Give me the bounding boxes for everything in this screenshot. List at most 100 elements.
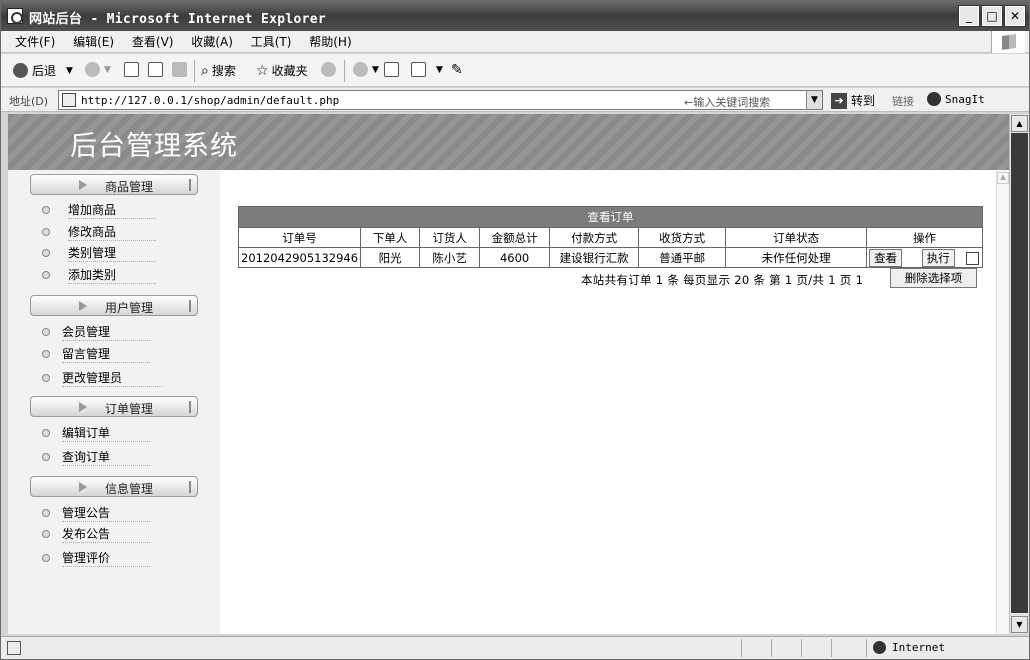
table-caption: 查看订单 <box>238 206 983 228</box>
address-label: 地址(D) <box>9 95 49 108</box>
forward-dropdown-icon: ▼ <box>104 64 111 75</box>
row-select-checkbox[interactable] <box>966 251 980 265</box>
scroll-thumb[interactable] <box>1011 133 1028 613</box>
refresh-button[interactable] <box>148 62 167 77</box>
bullet-icon <box>42 350 50 358</box>
messenger-button[interactable]: ✎ <box>451 62 463 78</box>
scroll-down-icon[interactable]: ▼ <box>1011 616 1028 633</box>
table-row: 2012042905132946 阳光 陈小艺 4600 建设银行汇款 普通平邮… <box>237 247 983 268</box>
snagit-icon <box>927 92 941 106</box>
sidebar-section-orders[interactable]: 订单管理 <box>30 396 198 417</box>
sidebar-item-change-admin[interactable]: 更改管理员 <box>42 369 163 387</box>
star-icon: ☆ <box>256 62 269 79</box>
col-actions: 操作 <box>866 227 983 248</box>
menu-tools[interactable]: 工具(T) <box>251 31 292 53</box>
maximize-button[interactable]: □ <box>981 5 1003 27</box>
title-bar: 网站后台 - Microsoft Internet Explorer _ □ ✕ <box>1 1 1029 31</box>
sidebar-item-manage-reviews[interactable]: 管理评价 <box>42 549 151 567</box>
word-button[interactable]: ▼ <box>411 62 443 77</box>
col-total: 金额总计 <box>479 227 551 248</box>
sidebar-item-edit-orders[interactable]: 编辑订单 <box>42 424 151 442</box>
forward-button[interactable]: ▼ <box>85 62 111 77</box>
menu-file[interactable]: 文件(F) <box>15 31 55 53</box>
page-content: 后台管理系统 商品管理 增加商品 修改商品 类别管理 添加类别 用户管理 会员管… <box>8 114 1009 634</box>
home-button[interactable] <box>172 62 191 77</box>
links-button[interactable]: 链接 <box>892 93 914 109</box>
sidebar-section-info[interactable]: 信息管理 <box>30 476 198 497</box>
col-receiver: 订货人 <box>419 227 481 248</box>
go-label: 转到 <box>851 94 876 108</box>
zone-label: Internet <box>892 641 945 654</box>
status-bar: Internet <box>1 636 1029 659</box>
back-button[interactable]: 后退 ▼ <box>13 62 73 79</box>
sidebar-item-add-category[interactable]: 添加类别 <box>42 266 157 284</box>
menu-view[interactable]: 查看(V) <box>132 31 174 53</box>
stop-button[interactable] <box>124 62 143 77</box>
back-dropdown-icon[interactable]: ▼ <box>66 66 73 76</box>
bullet-icon <box>42 429 50 437</box>
menu-help[interactable]: 帮助(H) <box>309 31 351 53</box>
sidebar-item-manage-notices[interactable]: 管理公告 <box>42 504 151 522</box>
snagit-button[interactable]: SnagIt <box>927 92 985 106</box>
sidebar-item-members[interactable]: 会员管理 <box>42 323 151 341</box>
close-button[interactable]: ✕ <box>1004 5 1026 27</box>
play-arrow-icon <box>79 482 87 492</box>
cell-order-no: 2012042905132946 <box>237 247 362 268</box>
cell-shipping: 普通平邮 <box>638 247 727 268</box>
address-dropdown-icon[interactable]: ▼ <box>806 91 822 109</box>
section-title: 订单管理 <box>105 402 154 416</box>
play-arrow-icon <box>79 180 87 190</box>
delete-selected-button[interactable]: 删除选择项 <box>890 268 977 288</box>
scroll-up-icon[interactable]: ▲ <box>997 172 1009 184</box>
ie-icon <box>7 8 23 24</box>
address-input[interactable]: http://127.0.0.1/shop/admin/default.php … <box>58 90 823 110</box>
minimize-button[interactable]: _ <box>958 5 980 27</box>
back-label: 后退 <box>32 64 57 78</box>
section-title: 商品管理 <box>105 180 154 194</box>
orders-table: 查看订单 订单号 下单人 订货人 金额总计 付款方式 收货方式 订单状态 操作 … <box>237 206 983 268</box>
frame-scrollbar[interactable]: ▲ <box>996 170 1009 634</box>
window-scrollbar[interactable]: ▲ ▼ <box>1009 114 1029 634</box>
favorites-label: 收藏夹 <box>271 64 308 78</box>
bullet-icon <box>42 328 50 336</box>
print-button[interactable] <box>384 62 403 77</box>
menu-favorites[interactable]: 收藏(A) <box>191 31 233 53</box>
search-button[interactable]: ⌕ 搜索 <box>201 62 236 79</box>
keyword-search-hint: ←输入关键词搜索 <box>684 96 771 109</box>
go-button[interactable]: ➔ 转到 <box>831 92 875 109</box>
bullet-icon <box>42 554 50 562</box>
sidebar-item-query-orders[interactable]: 查询订单 <box>42 448 151 466</box>
admin-banner: 后台管理系统 <box>8 114 1009 170</box>
toolbar-separator <box>344 60 345 82</box>
menu-edit[interactable]: 编辑(E) <box>73 31 114 53</box>
cell-receiver: 陈小艺 <box>419 247 481 268</box>
scroll-up-icon[interactable]: ▲ <box>1011 115 1028 132</box>
history-button[interactable] <box>321 62 340 77</box>
bullet-icon <box>42 228 50 236</box>
sidebar-item-publish-notice[interactable]: 发布公告 <box>42 525 151 543</box>
sidebar-item-category-manage[interactable]: 类别管理 <box>42 244 157 262</box>
search-icon: ⌕ <box>201 62 209 79</box>
sidebar-item-edit-goods[interactable]: 修改商品 <box>42 223 157 241</box>
home-icon <box>172 62 187 77</box>
sidebar-section-goods[interactable]: 商品管理 <box>30 174 198 195</box>
sidebar-item-messages[interactable]: 留言管理 <box>42 345 151 363</box>
sidebar-item-add-goods[interactable]: 增加商品 <box>42 201 157 219</box>
sidebar-section-users[interactable]: 用户管理 <box>30 295 198 316</box>
forward-arrow-icon <box>85 62 100 77</box>
mail-button[interactable]: ▼ <box>353 62 379 77</box>
favorites-button[interactable]: ☆ 收藏夹 <box>256 62 308 79</box>
execute-order-button[interactable]: 执行 <box>921 248 955 267</box>
page-status-icon <box>7 641 21 655</box>
bullet-icon <box>42 509 50 517</box>
page-icon <box>62 93 76 107</box>
mail-icon <box>353 62 368 77</box>
col-buyer: 下单人 <box>360 227 421 248</box>
bullet-icon <box>42 249 50 257</box>
bullet-icon <box>42 206 50 214</box>
bullet-icon <box>42 453 50 461</box>
pagination-info: 本站共有订单 1 条 每页显示 20 条 第 1 页/共 1 页 1 <box>581 273 864 287</box>
play-arrow-icon <box>79 301 87 311</box>
cell-total: 4600 <box>479 247 551 268</box>
view-order-button[interactable]: 查看 <box>869 248 903 267</box>
